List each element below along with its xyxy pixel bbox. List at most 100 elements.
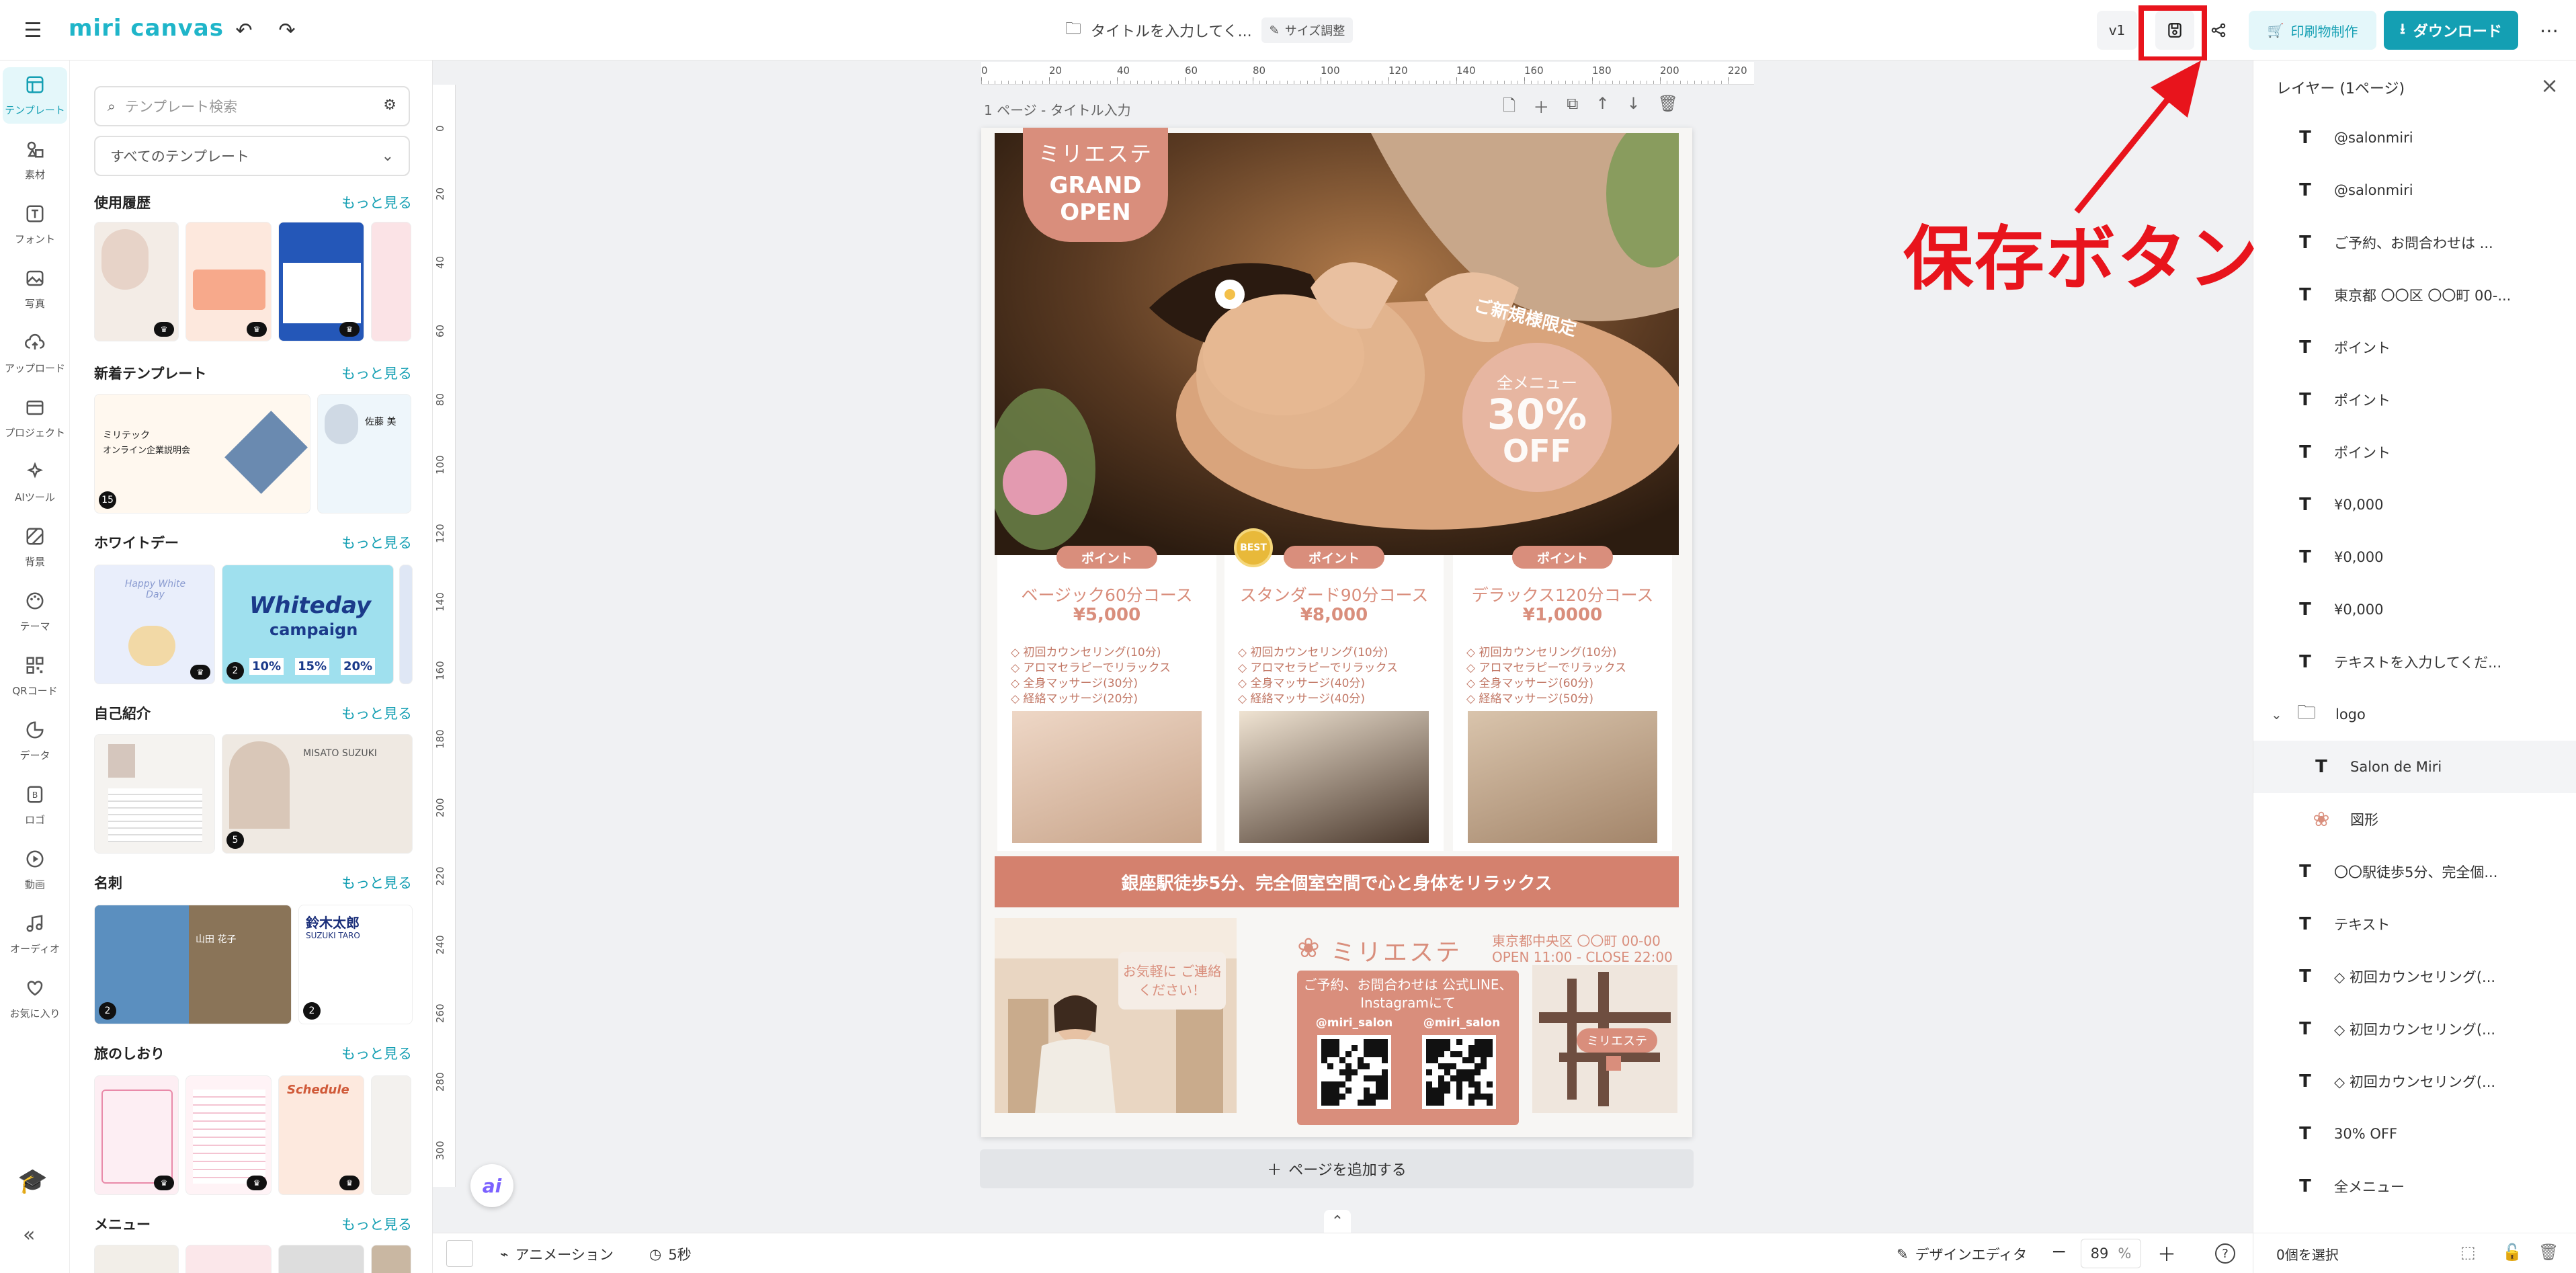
course-card[interactable]: ポイント ベージック60分コース ¥5,000 ◇ 初回カウンセリング(10分) ◇ ア…	[997, 546, 1216, 851]
page-label[interactable]: 1 ページ - タイトル入力	[984, 99, 1131, 119]
layer-row[interactable]: T ポイント	[2253, 321, 2576, 374]
layer-row[interactable]: T Salon de Miri	[2253, 741, 2576, 793]
rail-item-video[interactable]: 動画	[3, 841, 67, 898]
rail-item-photo[interactable]: 写真	[3, 261, 67, 317]
instagram-qrcode[interactable]	[1422, 1035, 1496, 1109]
layer-row[interactable]: T 東京都 〇〇区 〇〇町 00-...	[2253, 269, 2576, 321]
template-thumb[interactable]	[371, 1075, 411, 1195]
speech-bubble[interactable]: お気軽に ご連絡ください！	[1118, 952, 1226, 1010]
rail-item-font[interactable]: フォント	[3, 196, 67, 253]
template-thumb[interactable]: 2 鈴木太郎 SUZUKI TARO	[298, 905, 413, 1024]
reception-photo[interactable]	[995, 918, 1237, 1113]
share-button[interactable]	[2199, 11, 2238, 50]
layer-row[interactable]: T ¥0,000	[2253, 479, 2576, 531]
add-icon[interactable]: ＋	[1533, 94, 1549, 122]
layer-row[interactable]: T ¥0,000	[2253, 583, 2576, 636]
template-thumb[interactable]	[371, 222, 411, 341]
layer-row[interactable]: T テキストを入力してくだ...	[2253, 636, 2576, 688]
lock-icon[interactable]: 🔓	[2502, 1243, 2522, 1262]
template-thumb[interactable]: 2 山田 花子	[94, 905, 292, 1024]
rail-item-template[interactable]: テンプレート	[3, 67, 67, 124]
more-options-icon[interactable]: ⋯	[2532, 11, 2566, 50]
access-banner[interactable]: 銀座駅徒歩5分、完全個室空間で心と身体をリラックス	[995, 856, 1679, 907]
layer-row[interactable]: T 全メニュー	[2253, 1160, 2576, 1213]
rail-item-background[interactable]: 背景	[3, 519, 67, 575]
layer-row[interactable]: T ¥0,000	[2253, 531, 2576, 583]
course-photo[interactable]	[1239, 711, 1429, 843]
template-category-select[interactable]: すべてのテンプレート ⌄	[94, 136, 410, 176]
duration-button[interactable]: ◷ 5秒	[649, 1244, 692, 1264]
template-thumb[interactable]	[371, 1245, 411, 1273]
print-order-button[interactable]: 🛒 印刷物制作	[2249, 11, 2376, 50]
zoom-input[interactable]: 89%	[2081, 1239, 2141, 1268]
duplicate-icon[interactable]: ⧉	[1567, 94, 1578, 122]
course-photo[interactable]	[1468, 711, 1657, 843]
see-more-link[interactable]: もっと見る	[341, 192, 412, 212]
rail-item-data[interactable]: データ	[3, 712, 67, 769]
layer-row[interactable]: T ◇ 初回カウンセリング(...	[2253, 1055, 2576, 1108]
layer-row[interactable]: T ◇ 初回カウンセリング(...	[2253, 1003, 2576, 1055]
see-more-link[interactable]: もっと見る	[341, 872, 412, 893]
zoom-in-button[interactable]: ＋	[2157, 1240, 2176, 1267]
footer-shop-name[interactable]: ミリエステ	[1331, 933, 1462, 968]
rail-item-logo[interactable]: B ロゴ	[3, 777, 67, 833]
lotus-logo-icon[interactable]: ❀	[1292, 932, 1325, 965]
see-more-link[interactable]: もっと見る	[341, 532, 412, 552]
folder-icon[interactable]: 🗀	[1065, 17, 1081, 44]
template-thumb[interactable]	[399, 565, 413, 684]
template-thumb[interactable]: ♛ Happy White Day	[94, 565, 215, 684]
template-thumb[interactable]: 5 MISATO SUZUKI	[222, 734, 413, 854]
page-thumbnail[interactable]	[446, 1240, 473, 1267]
design-editor-button[interactable]: ✎ デザインエディタ	[1897, 1244, 2027, 1264]
group-icon[interactable]: ⬚	[2460, 1243, 2476, 1262]
template-thumb[interactable]: ♛	[94, 222, 179, 341]
template-thumb[interactable]: ♛	[185, 222, 272, 341]
template-thumb[interactable]	[94, 734, 215, 854]
layer-row[interactable]: T ポイント	[2253, 374, 2576, 426]
page-note-icon[interactable]: 🗋	[1503, 94, 1515, 122]
rail-item-elements[interactable]: 素材	[3, 132, 67, 188]
rail-item-heart[interactable]: お気に入り	[3, 971, 67, 1027]
layer-row[interactable]: T ご予約、お問合わせは ...	[2253, 216, 2576, 269]
template-thumb[interactable]: 2 Whiteday campaign 10% 15% 20%	[222, 565, 394, 684]
trash-icon[interactable]: 🗑	[2538, 1243, 2559, 1262]
layer-row[interactable]: T ◇ 初回カウンセリング(...	[2253, 950, 2576, 1003]
layer-row[interactable]: T 〇〇駅徒歩5分、完全個...	[2253, 846, 2576, 898]
add-page-button[interactable]: ＋ページを追加する	[980, 1149, 1694, 1188]
template-search-input[interactable]: ⌕ テンプレート検索 ⚙	[94, 86, 410, 126]
template-thumb[interactable]: ♛	[185, 1075, 272, 1195]
learning-hat-icon[interactable]: 🎓	[17, 1167, 48, 1195]
design-page[interactable]: ミリエステ GRAND OPEN 全メニュー 30% OFF ご新規様限定 銀座…	[981, 128, 1692, 1137]
chevron-up-icon[interactable]: ⌃	[1324, 1210, 1351, 1233]
layer-row[interactable]: T 30% OFF	[2253, 1108, 2576, 1160]
chevron-down-icon[interactable]: ⌄	[2271, 706, 2290, 723]
see-more-link[interactable]: もっと見る	[341, 1043, 412, 1063]
template-thumb[interactable]: 15 ミリテック オンライン企業説明会	[94, 394, 310, 514]
redo-icon[interactable]: ↷	[272, 15, 302, 46]
rail-item-project[interactable]: プロジェクト	[3, 390, 67, 446]
grand-open-badge[interactable]: ミリエステ GRAND OPEN	[1023, 128, 1168, 242]
animation-button[interactable]: ⌁ アニメーション	[500, 1244, 614, 1264]
rail-item-qrcode[interactable]: QRコード	[3, 648, 67, 704]
layer-row[interactable]: ❀ 図形	[2253, 793, 2576, 846]
rail-item-upload[interactable]: アップロード	[3, 325, 67, 382]
see-more-link[interactable]: もっと見る	[341, 703, 412, 723]
course-card[interactable]: ポイント スタンダード90分コース ¥8,000 ◇ 初回カウンセリング(10分) ◇ …	[1224, 546, 1444, 851]
discount-circle[interactable]: 全メニュー 30% OFF	[1462, 343, 1612, 492]
layer-row[interactable]: T ポイント	[2253, 426, 2576, 479]
template-thumb[interactable]	[94, 1245, 179, 1273]
move-down-icon[interactable]: ↓	[1627, 94, 1640, 122]
size-adjust-button[interactable]: ✎ サイズ調整	[1261, 17, 1354, 43]
best-medal-icon[interactable]: BEST	[1234, 528, 1273, 567]
see-more-link[interactable]: もっと見る	[341, 1214, 412, 1234]
undo-icon[interactable]: ↶	[228, 15, 259, 46]
app-logo[interactable]: miri canvas	[69, 15, 224, 42]
template-thumb[interactable]	[185, 1245, 272, 1273]
rail-item-theme[interactable]: テーマ	[3, 583, 67, 640]
rail-item-ai-tools[interactable]: AIツール	[3, 454, 67, 511]
layer-row[interactable]: T @salonmiri	[2253, 164, 2576, 216]
see-more-link[interactable]: もっと見る	[341, 363, 412, 383]
zoom-out-button[interactable]: −	[2051, 1240, 2067, 1262]
rail-item-audio[interactable]: オーディオ	[3, 906, 67, 962]
ai-assistant-icon[interactable]: ai	[470, 1164, 513, 1207]
